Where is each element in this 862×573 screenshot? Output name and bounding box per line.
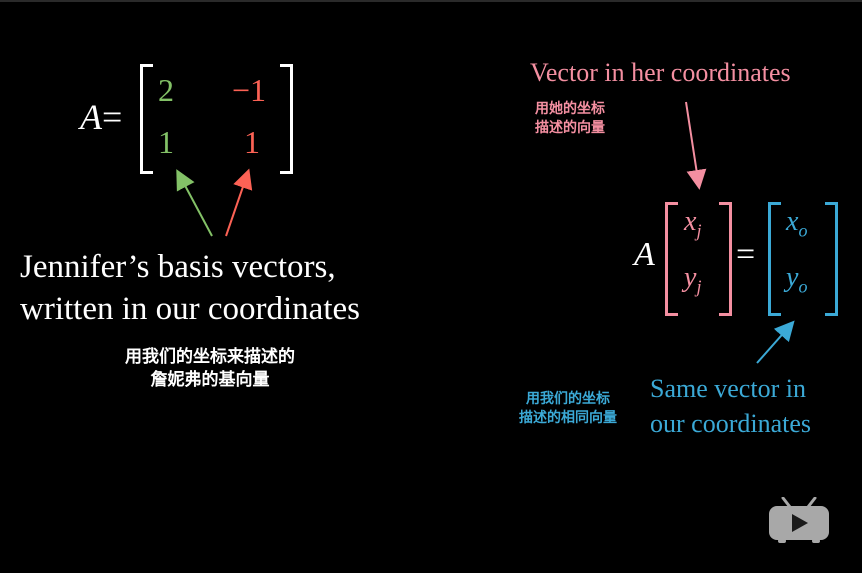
basis-vectors-caption-cn: 用我们的坐标来描述的 詹妮弗的基向量	[90, 346, 330, 392]
our-coordinates-caption-cn: 用我们的坐标 描述的相同向量	[500, 390, 636, 428]
our-vector-top: xo	[786, 206, 807, 242]
our-vector-bottom: yo	[786, 262, 807, 298]
caption-cn-line-2: 詹妮弗的基向量	[150, 369, 270, 390]
our-vector-left-bracket	[768, 202, 781, 316]
our-x-sub: o	[798, 220, 808, 241]
her-y-sub: j	[696, 276, 702, 297]
caption-line-2: written in our coordinates	[20, 291, 360, 328]
her-x-sub: j	[696, 220, 702, 241]
her-vector-top: xj	[684, 206, 701, 242]
caption-line-1: Jennifer’s basis vectors,	[20, 249, 336, 285]
basis-vectors-caption: Jennifer’s basis vectors, written in our…	[20, 246, 360, 330]
pink-arrow	[685, 101, 707, 190]
our-title-line-2: our coordinates	[650, 408, 812, 438]
her-vector-left-bracket	[665, 202, 678, 316]
our-x-var: x	[786, 206, 799, 237]
our-cn-line-2: 描述的相同向量	[519, 409, 617, 426]
her-cn-line-1: 用她的坐标	[535, 101, 605, 117]
her-y-var: y	[684, 262, 697, 293]
her-coordinates-title: Vector in her coordinates	[530, 58, 791, 87]
play-button[interactable]	[768, 496, 830, 543]
her-cn-line-2: 描述的向量	[535, 119, 605, 136]
red-arrow	[225, 168, 253, 237]
our-vector-right-bracket	[825, 202, 838, 316]
caption-cn-line-1: 用我们的坐标来描述的	[125, 347, 295, 367]
our-title-line-1: Same vector in	[650, 374, 806, 403]
blue-arrow	[756, 320, 795, 364]
our-y-sub: o	[798, 276, 808, 297]
our-coordinates-title: Same vector in our coordinates	[650, 372, 811, 442]
equation-a-label: A	[634, 236, 655, 273]
her-x-var: x	[684, 206, 697, 237]
green-arrow	[176, 169, 213, 237]
her-vector-bottom: yj	[684, 262, 701, 298]
our-y-var: y	[786, 262, 799, 293]
play-tv-icon	[769, 496, 829, 543]
equation-equals: =	[736, 236, 756, 273]
her-coordinates-caption-cn: 用她的坐标 描述的向量	[518, 100, 622, 138]
our-cn-line-1: 用我们的坐标	[526, 391, 610, 407]
her-vector-right-bracket	[719, 202, 732, 316]
